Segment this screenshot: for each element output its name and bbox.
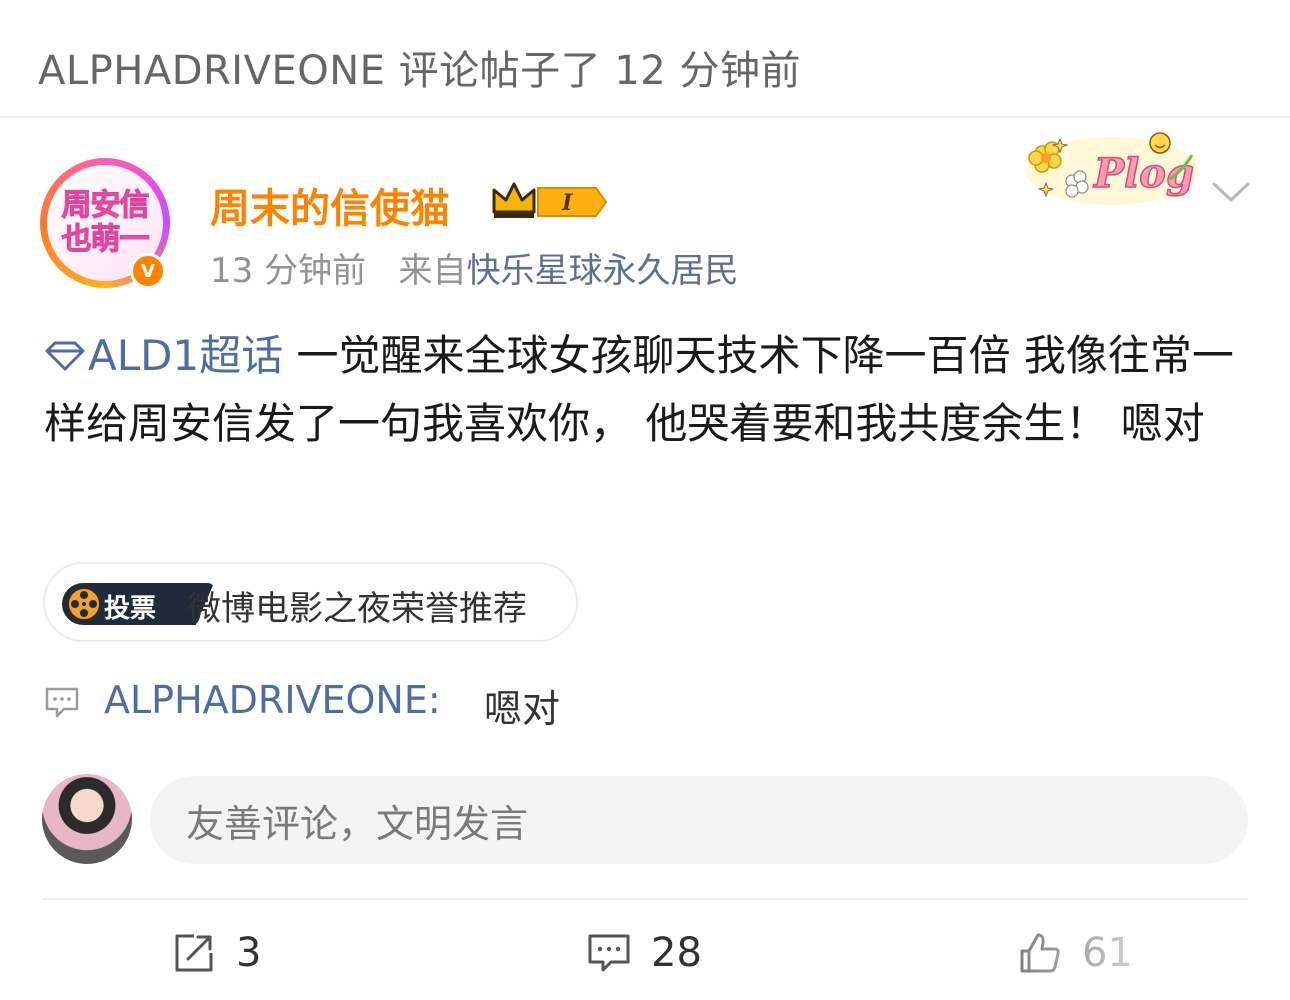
- post-content: ALD1超话 一觉醒来全球女孩聊天技术下降一百倍 我像往常一样给周安信发了一句我…: [44, 322, 1254, 458]
- author-name[interactable]: 周末的信使猫: [210, 176, 450, 234]
- vote-title: 微博电影之夜荣誉推荐: [187, 589, 527, 629]
- avatar-text-line1: 周安信: [61, 188, 150, 223]
- post-time: 13 分钟前: [210, 251, 367, 291]
- vote-card[interactable]: 投票 微博电影之夜荣誉推荐: [43, 562, 578, 642]
- repost-count: 3: [236, 930, 262, 976]
- notice-bar: ALPHADRIVEONE 评论帖子了 12 分钟前: [0, 0, 1290, 118]
- comment-count: 28: [651, 930, 702, 976]
- comment-icon: [588, 934, 630, 972]
- comment-input[interactable]: 友善评论，文明发言: [150, 776, 1248, 864]
- chevron-down-icon[interactable]: [1210, 176, 1252, 206]
- repost-button[interactable]: 3: [172, 928, 261, 978]
- comment-button[interactable]: 28: [587, 928, 702, 978]
- fade-overlay: [960, 910, 1290, 1000]
- plog-sticker-icon[interactable]: Plog: [1020, 125, 1200, 210]
- post-source[interactable]: 快乐星球永久居民: [467, 251, 739, 291]
- reply-author[interactable]: ALPHADRIVEONE:: [104, 678, 441, 722]
- verified-icon: V: [130, 253, 166, 289]
- avatar-text-line2: 也萌一: [61, 222, 150, 257]
- topic-tag-link[interactable]: ALD1超话: [44, 331, 283, 380]
- notice-text: ALPHADRIVEONE 评论帖子了 12 分钟前: [38, 48, 801, 94]
- source-prefix: 来自: [398, 251, 467, 291]
- post-meta: 13 分钟前 来自快乐星球永久居民: [210, 243, 739, 292]
- topic-tag-label: ALD1超话: [88, 331, 284, 380]
- repost-icon: [175, 934, 213, 972]
- current-user-avatar[interactable]: [42, 774, 132, 864]
- reply-text: 嗯对: [484, 687, 561, 731]
- crown-rank-icon: I: [492, 182, 608, 218]
- rank-badge-label: I: [561, 190, 573, 216]
- film-reel-icon: [67, 587, 101, 621]
- diamond-icon: [45, 341, 85, 371]
- vote-badge-label: 投票: [104, 594, 157, 624]
- comment-bubble-icon: [45, 687, 79, 718]
- divider: [42, 898, 1248, 900]
